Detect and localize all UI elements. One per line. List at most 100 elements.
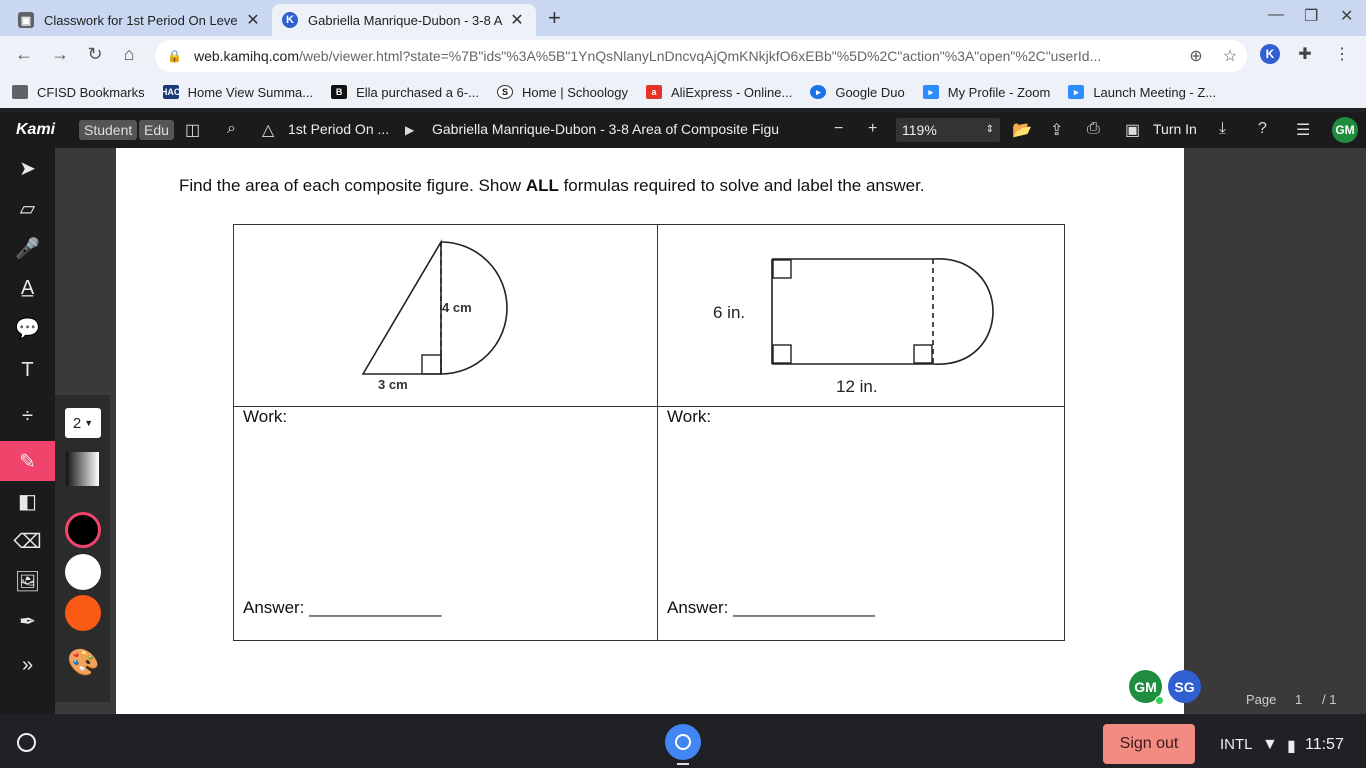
forward-icon[interactable]: → <box>48 44 72 65</box>
select-tool-icon[interactable]: ➤ <box>0 148 55 188</box>
right-angle-marker <box>772 344 792 364</box>
bookmark-schoology[interactable]: S Home | Schoology <box>496 85 628 100</box>
bookmark-star-icon[interactable]: ☆ <box>1213 46 1247 66</box>
bookmark-cfisd[interactable]: CFISD Bookmarks <box>12 85 145 100</box>
reload-icon[interactable]: ↻ <box>83 44 107 65</box>
tool-rail: ➤ ▱ 🎤 A̲ 💬 T ÷ ✎ ◧ ⌫ 🖼 ✒ » <box>0 148 55 714</box>
role-edu: Edu <box>139 120 174 140</box>
kami-extension-badge: K <box>1260 44 1280 64</box>
bookmark-hac[interactable]: HAC Home View Summa... <box>160 84 314 100</box>
bookmark-zoom-profile[interactable]: ▸ My Profile - Zoom <box>922 85 1050 100</box>
page-label: Page <box>1246 692 1277 707</box>
new-tab-button[interactable]: + <box>548 5 561 31</box>
bookmark-label: Home View Summa... <box>187 84 314 100</box>
color-orange-swatch[interactable] <box>65 595 101 631</box>
zoom-select[interactable]: 119% ⇕ <box>896 118 1000 142</box>
opacity-slider[interactable] <box>66 452 99 486</box>
save-icon[interactable]: ▣ <box>1125 120 1140 140</box>
back-icon[interactable]: ← <box>12 44 36 65</box>
app-running-indicator <box>677 763 689 765</box>
share-icon[interactable]: ⇪ <box>1050 120 1063 140</box>
battery-icon[interactable]: ▮ <box>1287 736 1296 756</box>
zoom-in-icon[interactable]: + <box>868 120 877 138</box>
image-tool-icon[interactable]: 🖼 <box>0 561 55 601</box>
search-icon[interactable]: ⌕ <box>227 120 236 138</box>
text-to-speech-icon[interactable]: 🎤 <box>0 228 55 268</box>
user-avatar[interactable]: GM <box>1332 117 1358 143</box>
ime-indicator[interactable]: INTL <box>1220 736 1253 753</box>
launcher-icon[interactable] <box>17 733 36 752</box>
collaborator-avatar[interactable]: SG <box>1168 670 1201 703</box>
turn-in-button[interactable]: Turn In <box>1153 121 1197 137</box>
kami-logo: Kami <box>16 121 56 138</box>
sign-out-button[interactable]: Sign out <box>1103 724 1195 764</box>
wifi-icon[interactable]: ▼ <box>1262 736 1278 754</box>
figure-2-semicircle <box>932 258 994 365</box>
bookmark-zoom-launch[interactable]: ▸ Launch Meeting - Z... <box>1068 85 1216 100</box>
bookmark-label: AliExpress - Online... <box>670 84 793 100</box>
help-icon[interactable]: ? <box>1258 120 1267 138</box>
bookmark-ella[interactable]: B Ella purchased a 6-... <box>331 85 479 100</box>
right-angle-marker <box>421 354 442 375</box>
extensions-puzzle-icon[interactable]: ✚ <box>1293 44 1317 64</box>
browser-menu-icon[interactable]: ⋮ <box>1330 44 1354 64</box>
signature-tool-icon[interactable]: ✒ <box>0 601 55 641</box>
bookmark-label: Google Duo <box>835 84 905 100</box>
download-icon[interactable]: ⤓ <box>1219 120 1226 138</box>
print-icon[interactable]: ⎙ <box>1087 120 1100 138</box>
stroke-size-select[interactable]: 2 ▼ <box>65 408 101 438</box>
page-current[interactable]: 1 <box>1295 692 1302 707</box>
folder-breadcrumb[interactable]: 1st Period On ... <box>288 121 389 137</box>
color-white-swatch[interactable] <box>65 554 101 590</box>
minimize-icon[interactable]: — <box>1268 6 1284 24</box>
b-icon: B <box>331 85 348 99</box>
page-total: / 1 <box>1322 692 1337 707</box>
kami-extension-icon[interactable]: K <box>1258 44 1282 64</box>
tab-classwork[interactable]: ▣ Classwork for 1st Period On Leve ✕ <box>8 4 272 36</box>
palette-icon[interactable]: 🎨 <box>67 647 99 678</box>
bookmark-google-duo[interactable]: ▸ Google Duo <box>810 84 905 100</box>
address-bar[interactable]: 🔒 web.kamihq.com/web/viewer.html?state=%… <box>155 40 1247 72</box>
bookmark-aliexpress[interactable]: a AliExpress - Online... <box>645 84 793 100</box>
text-tool-icon[interactable]: T <box>0 350 55 390</box>
bookmark-label: Launch Meeting - Z... <box>1093 84 1217 100</box>
drive-icon[interactable]: △ <box>262 120 274 140</box>
bookmarks-bar: CFISD Bookmarks HAC Home View Summa... BE… <box>0 76 1366 108</box>
comment-tool-icon[interactable]: 💬 <box>0 308 55 348</box>
tab-kami-document[interactable]: K Gabriella Manrique-Dubon - 3-8 A ✕ <box>272 4 536 36</box>
figure-1-height-label: 4 cm <box>442 300 472 315</box>
sidebar-toggle-icon[interactable]: ◫ <box>185 120 200 140</box>
updown-icon: ⇕ <box>985 124 994 135</box>
close-icon[interactable]: ✕ <box>244 10 262 30</box>
chrome-inner-ring <box>675 734 691 750</box>
close-icon[interactable]: ✕ <box>508 10 526 30</box>
markup-tool-icon[interactable]: ▱ <box>0 188 55 228</box>
right-angle-marker <box>772 259 792 279</box>
color-black-swatch[interactable] <box>65 512 101 548</box>
equation-tool-icon[interactable]: ÷ <box>0 396 55 436</box>
highlight-tool-icon[interactable]: A̲ <box>0 268 55 308</box>
clock[interactable]: 11:57 <box>1305 736 1344 754</box>
document-title[interactable]: Gabriella Manrique-Dubon - 3-8 Area of C… <box>432 121 812 137</box>
answer-label: Answer: <box>243 598 310 617</box>
shapes-tool-icon[interactable]: ◧ <box>0 481 55 521</box>
right-angle-marker <box>913 344 933 364</box>
restore-icon[interactable]: ❐ <box>1304 6 1318 26</box>
hamburger-menu-icon[interactable]: ☰ <box>1296 120 1310 140</box>
home-icon[interactable]: ⌂ <box>117 44 141 65</box>
answer-blank[interactable]: _______________ <box>733 598 875 617</box>
chrome-app-icon[interactable] <box>665 724 701 760</box>
zoom-out-icon[interactable]: − <box>834 120 843 138</box>
instruction-post: formulas required to solve and label the… <box>558 176 925 195</box>
answer-blank[interactable]: ______________ <box>309 598 441 617</box>
open-folder-icon[interactable]: 📂 <box>1012 120 1032 140</box>
role-student: Student <box>79 120 138 140</box>
kami-icon: K <box>282 12 298 28</box>
hac-icon: HAC <box>160 85 181 99</box>
drawing-tool-icon[interactable]: ✎ <box>0 441 55 481</box>
window-close-icon[interactable]: ✕ <box>1340 6 1353 26</box>
expand-tools-icon[interactable]: » <box>0 645 55 685</box>
install-icon[interactable]: ⊕ <box>1179 46 1213 66</box>
eraser-tool-icon[interactable]: ⌫ <box>0 521 55 561</box>
tab-strip: ▣ Classwork for 1st Period On Leve ✕ K G… <box>0 0 1366 36</box>
